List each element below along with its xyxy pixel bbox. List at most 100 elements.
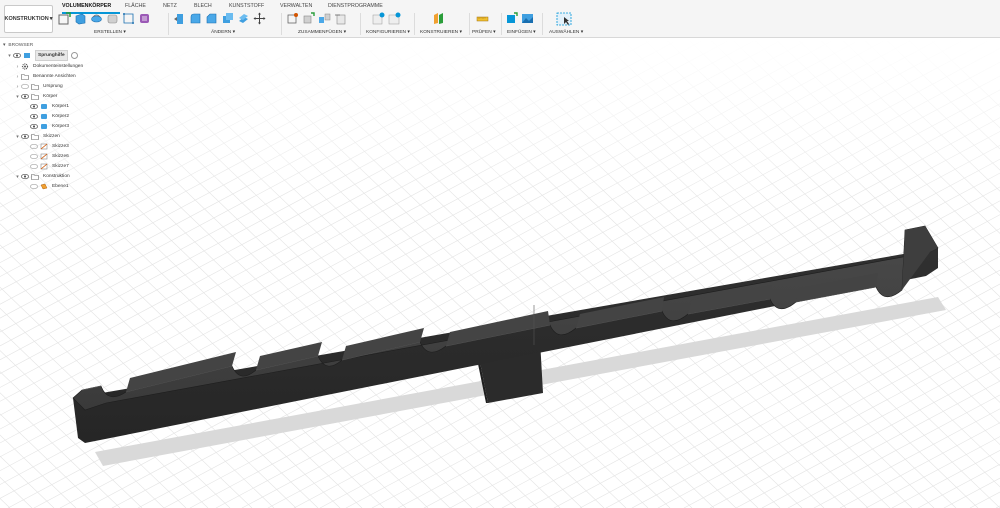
select-icon[interactable] (556, 12, 572, 26)
workspace-switcher[interactable]: KONSTRUKTION ▾ (4, 5, 53, 33)
eye-hidden-icon[interactable] (21, 84, 29, 89)
tree-item-ebene1[interactable]: Ebene1 (30, 182, 69, 191)
tree-item-koerper2[interactable]: Körper2 (30, 112, 69, 121)
tree-item-koerper[interactable]: ▾ Körper (14, 92, 57, 101)
extrude-icon[interactable] (74, 12, 87, 25)
move-icon[interactable] (253, 12, 266, 25)
chevron-right-icon[interactable]: › (14, 84, 21, 90)
group-label-einfuegen[interactable]: EINFÜGEN ▾ (507, 30, 536, 35)
chevron-down-icon[interactable]: ▾ (14, 174, 21, 180)
joint-icon[interactable] (302, 12, 315, 25)
configure-icon[interactable] (372, 12, 385, 25)
eye-icon[interactable] (30, 124, 38, 129)
chevron-down-icon[interactable]: ▾ (14, 94, 21, 100)
chevron-right-icon[interactable]: › (14, 74, 21, 80)
separator (414, 13, 415, 35)
tab-flaeche[interactable]: FLÄCHE (125, 3, 146, 9)
root-component-label: Sprunghilfe (35, 50, 68, 61)
tree-label: Ursprung (43, 84, 63, 89)
eye-hidden-icon[interactable] (30, 164, 38, 169)
scale-icon[interactable] (237, 12, 250, 25)
eye-icon[interactable] (21, 134, 29, 139)
group-label-pruefen[interactable]: PRÜFEN ▾ (472, 30, 495, 35)
folder-icon (31, 83, 39, 90)
tree-item-dokument[interactable]: › Dokumenteinstellungen (14, 62, 83, 71)
eye-hidden-icon[interactable] (30, 154, 38, 159)
group-label-zusammenfuegen[interactable]: ZUSAMMENFÜGEN ▾ (298, 30, 346, 35)
offset-plane-icon[interactable] (432, 12, 445, 25)
tab-blech[interactable]: BLECH (194, 3, 212, 9)
tree-item-skizze7[interactable]: Skizze7 (30, 162, 69, 171)
group-auswaehlen: AUSWÄHLEN ▾ (546, 12, 586, 38)
insert-icon[interactable] (505, 12, 518, 25)
chevron-down-icon[interactable]: ▾ (14, 134, 21, 140)
tree-item-skizzen[interactable]: ▾ Skizzen (14, 132, 60, 141)
tree-root[interactable]: ▾ Sprunghilfe (6, 50, 78, 61)
tree-label: Körper (43, 94, 58, 99)
chevron-down-icon[interactable]: ▾ (6, 53, 13, 59)
group-label-konfigurieren[interactable]: KONFIGURIEREN ▾ (366, 30, 410, 35)
eye-icon[interactable] (13, 53, 21, 58)
press-pull-icon[interactable] (173, 12, 186, 25)
tree-item-ursprung[interactable]: › Ursprung (14, 82, 63, 91)
separator (501, 13, 502, 35)
new-sketch-icon[interactable] (58, 12, 71, 25)
tree-item-skizze6[interactable]: Skizze6 (30, 152, 69, 161)
new-component-icon[interactable] (286, 12, 299, 25)
measure-icon[interactable] (476, 12, 489, 25)
eye-icon[interactable] (30, 114, 38, 119)
group-label-konstruieren[interactable]: KONSTRUIEREN ▾ (420, 30, 462, 35)
document-icon (23, 52, 31, 59)
chevron-down-icon[interactable]: ▾ (3, 43, 5, 48)
toolbar: KONSTRUKTION ▾ VOLUMENKÖRPER FLÄCHE NETZ… (0, 0, 1000, 38)
sweep-icon[interactable] (106, 12, 119, 25)
fusion-app: KONSTRUKTION ▾ VOLUMENKÖRPER FLÄCHE NETZ… (0, 0, 1000, 508)
eye-icon[interactable] (21, 174, 29, 179)
separator (168, 13, 169, 35)
group-konstruieren: KONSTRUIEREN ▾ (418, 12, 468, 38)
folder-icon (31, 93, 39, 100)
tree-label: Dokumenteinstellungen (33, 64, 84, 69)
eye-icon[interactable] (30, 104, 38, 109)
chamfer-icon[interactable] (205, 12, 218, 25)
group-aendern: ÄNDERN ▾ (173, 12, 279, 38)
eye-icon[interactable] (21, 94, 29, 99)
activate-icon[interactable] (70, 52, 78, 59)
plane-icon (40, 183, 48, 190)
eye-hidden-icon[interactable] (30, 184, 38, 189)
viewport-canvas[interactable] (0, 38, 1000, 508)
group-label-erstellen[interactable]: ERSTELLEN ▾ (94, 30, 126, 35)
form-icon[interactable] (138, 12, 151, 25)
fillet-icon[interactable] (189, 12, 202, 25)
group-konfigurieren: KONFIGURIEREN ▾ (364, 12, 412, 38)
separator (469, 13, 470, 35)
eye-hidden-icon[interactable] (30, 144, 38, 149)
browser-panel: ▾ BROWSER ▾ Sprunghilfe › Dokumenteinste… (0, 41, 120, 199)
body-icon (40, 103, 48, 110)
joint-origin-icon[interactable] (334, 12, 347, 25)
as-built-joint-icon[interactable] (318, 12, 331, 25)
loft-icon[interactable] (122, 12, 135, 25)
tree-item-koerper1[interactable]: Körper1 (30, 102, 69, 111)
group-label-auswaehlen[interactable]: AUSWÄHLEN ▾ (549, 30, 583, 35)
shell-icon[interactable] (221, 12, 234, 25)
tab-dienstprogramme[interactable]: DIENSTPROGRAMME (328, 3, 383, 9)
browser-header[interactable]: ▾ BROWSER (0, 41, 120, 50)
tree-item-skizze3[interactable]: Skizze3 (30, 142, 69, 151)
insert-image-icon[interactable] (521, 12, 534, 25)
tree-label: Skizzen (43, 134, 60, 139)
revolve-icon[interactable] (90, 12, 103, 25)
tab-volumenkoerper[interactable]: VOLUMENKÖRPER (62, 3, 111, 9)
tab-kunststoff[interactable]: KUNSTSTOFF (229, 3, 264, 9)
separator (281, 13, 282, 35)
tab-netz[interactable]: NETZ (163, 3, 177, 9)
body-icon (40, 113, 48, 120)
tab-verwalten[interactable]: VERWALTEN (280, 3, 312, 9)
group-label-aendern[interactable]: ÄNDERN ▾ (211, 30, 235, 35)
tree-label: Körper2 (52, 114, 70, 119)
tree-item-koerper3[interactable]: Körper3 (30, 122, 69, 131)
configuration-table-icon[interactable] (388, 12, 401, 25)
tree-item-ansichten[interactable]: › Benannte Ansichten (14, 72, 76, 81)
tree-item-konstruktion[interactable]: ▾ Konstruktion (14, 172, 70, 181)
chevron-right-icon[interactable]: › (14, 64, 21, 70)
